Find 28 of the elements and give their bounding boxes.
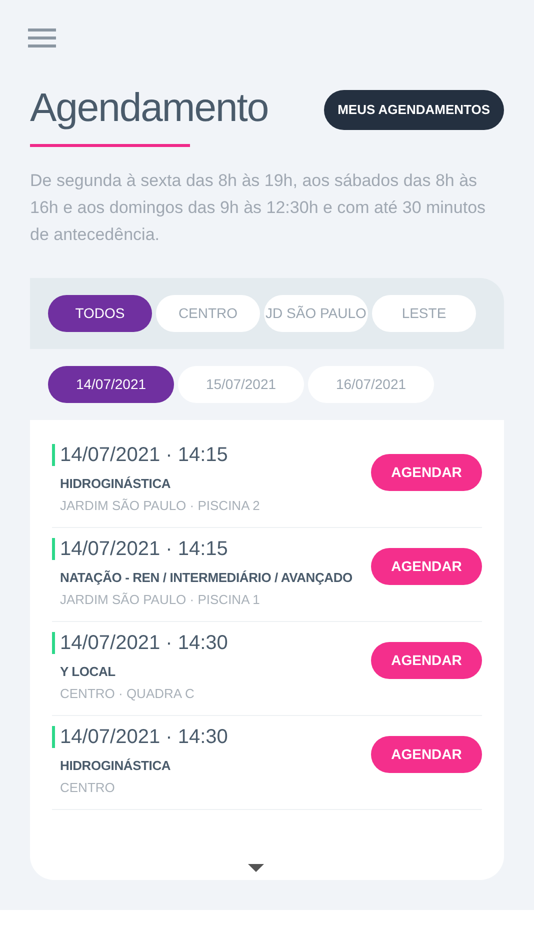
schedule-description: De segunda à sexta das 8h às 19h, aos sábados das 8h às 16h e aos domingos das 9h às 12:30h e com até 30 minutos de antecedência. — [30, 170, 487, 246]
activity-name: NATAÇÃO - REN / INTERMEDIÁRIO / AVANÇADO — [60, 569, 352, 587]
my-appointments-button[interactable]: MEUS AGENDAMENTOS — [324, 90, 504, 130]
date-filter-chip[interactable]: 16/07/2021 — [308, 366, 434, 403]
schedule-button[interactable]: AGENDAR — [371, 548, 482, 585]
location-filter-chip[interactable]: LESTE — [372, 295, 476, 332]
scroll-down-caret-icon[interactable] — [248, 864, 264, 872]
class-datetime: 14/07/2021 · 14:30 — [52, 726, 228, 748]
schedule-button[interactable]: AGENDAR — [371, 642, 482, 679]
location-filter-chip[interactable]: JD SÃO PAULO — [264, 295, 368, 332]
schedule-button[interactable]: AGENDAR — [371, 454, 482, 491]
class-location: JARDIM SÃO PAULO · PISCINA 2 — [60, 496, 260, 514]
location-filter-chip[interactable]: TODOS — [48, 295, 152, 332]
class-location: CENTRO · QUADRA C — [60, 684, 196, 702]
class-location: JARDIM SÃO PAULO · PISCINA 1 — [60, 590, 261, 608]
location-filter-chip[interactable]: CENTRO — [156, 295, 260, 332]
class-location: CENTRO — [60, 778, 116, 796]
date-filter-chip[interactable]: 15/07/2021 — [178, 366, 304, 403]
class-datetime: 14/07/2021 · 14:15 — [52, 538, 352, 560]
activity-name: HIDROGINÁSTICA — [60, 475, 172, 493]
class-datetime: 14/07/2021 · 14:15 — [52, 444, 260, 466]
date-filter-chip[interactable]: 14/07/2021 — [48, 366, 174, 403]
class-datetime: 14/07/2021 · 14:30 — [52, 632, 228, 654]
schedule-button[interactable]: AGENDAR — [371, 736, 482, 773]
activity-name: Y LOCAL — [60, 663, 116, 681]
page-title: Agendamento — [30, 86, 268, 130]
activity-name: HIDROGINÁSTICA — [60, 757, 172, 775]
menu-icon[interactable] — [28, 28, 56, 48]
